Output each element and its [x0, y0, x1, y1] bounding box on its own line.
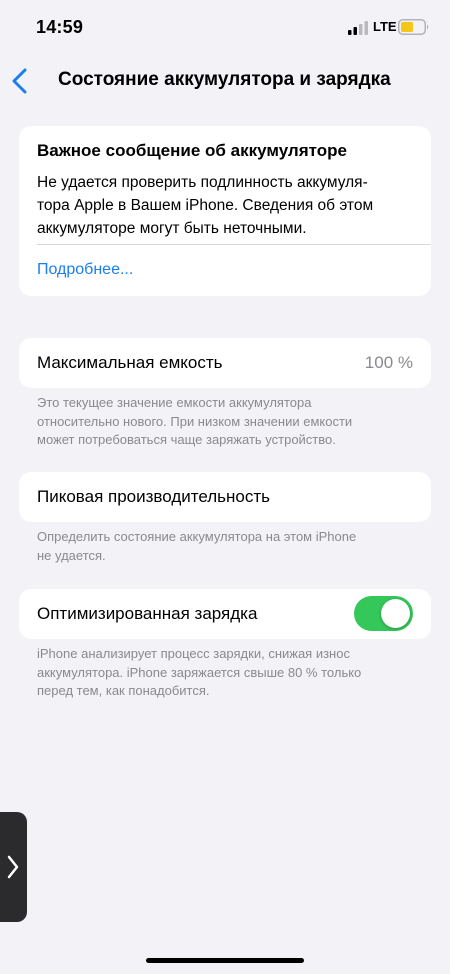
footnote-line: Это текущее значение емкости аккумулятор… [37, 395, 312, 410]
max-capacity-value: 100 % [364, 353, 413, 372]
max-capacity-row: Максимальная емкость 100 % [19, 338, 431, 388]
footnote-line: не удается. [37, 547, 106, 563]
footnote-line: iPhone анализирует процесс зарядки, сниж… [37, 646, 350, 661]
message-title: Важное сообщение об аккумуляторе [37, 141, 347, 160]
toggle-knob [381, 599, 410, 628]
optimized-charging-label: Оптимизированная зарядка [37, 604, 258, 623]
footnote-line: может потребоваться чаще заряжать устрой… [37, 432, 336, 447]
footnote-line: относительно нового. При низком значении… [37, 413, 353, 429]
peak-performance-row: Пиковая производительность [19, 472, 431, 522]
status-bar: 14:59 LTE [0, 0, 450, 54]
footnote-line: перед тем, как понадобится. [37, 683, 210, 698]
back-button[interactable] [10, 68, 32, 94]
message-line: Не удается проверить подлинность аккумул… [37, 174, 368, 191]
network-label: LTE [373, 19, 397, 34]
message-line: тора Apple в Вашем iPhone. Сведения об э… [37, 197, 374, 214]
footnote-line: аккумулятора. iPhone заряжается свыше 80… [37, 664, 362, 680]
signal-icon [348, 21, 368, 35]
page-title: Состояние аккумулятора и зарядка [58, 69, 391, 90]
side-panel-handle[interactable] [0, 812, 27, 922]
message-body: Не удается проверить подлинность аккумул… [37, 171, 413, 240]
battery-message-card: Важное сообщение об аккумуляторе Не удае… [19, 126, 431, 296]
peak-performance-label: Пиковая производительность [37, 487, 271, 506]
home-indicator[interactable] [146, 958, 304, 963]
max-capacity-label: Максимальная емкость [37, 353, 223, 372]
optimized-charging-toggle[interactable] [354, 596, 413, 631]
divider [37, 244, 431, 245]
chevron-right-icon [7, 855, 19, 879]
battery-icon [398, 19, 429, 35]
peak-footnote: Определить состояние аккумулятора на это… [37, 528, 427, 565]
chevron-left-icon [12, 68, 27, 94]
status-time: 14:59 [36, 17, 84, 37]
message-line: аккумуляторе могут быть неточными. [37, 220, 307, 237]
capacity-footnote: Это текущее значение емкости аккумулятор… [37, 394, 427, 450]
learn-more-link[interactable]: Подробнее... [37, 261, 133, 279]
optimized-charging-row: Оптимизированная зарядка [19, 589, 431, 639]
footnote-line: Определить состояние аккумулятора на это… [37, 529, 357, 544]
optimized-footnote: iPhone анализирует процесс зарядки, сниж… [37, 645, 427, 701]
